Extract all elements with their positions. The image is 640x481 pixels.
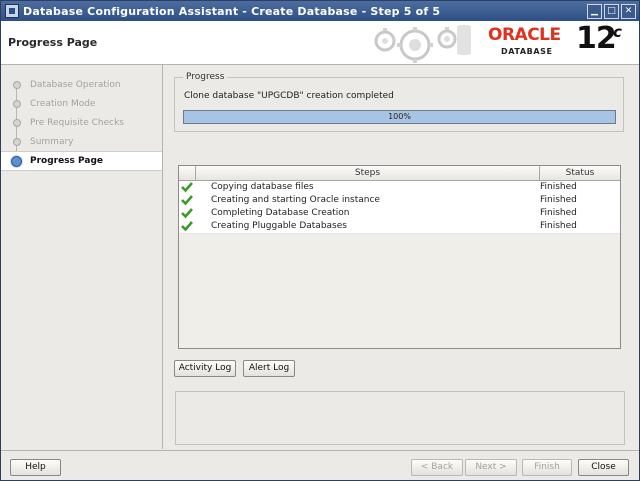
app-icon	[5, 4, 19, 18]
close-icon[interactable]: ✕	[621, 4, 636, 19]
sidebar-item-label: Summary	[30, 137, 74, 147]
steps-table: Steps Status Copying database files Fini…	[178, 165, 621, 349]
oracle-product-label: DATABASE	[501, 47, 553, 56]
sidebar-item-label: Creation Mode	[30, 99, 96, 109]
back-button[interactable]: < Back	[411, 459, 463, 476]
step-done-icon	[13, 81, 21, 89]
activity-log-button[interactable]: Activity Log	[174, 360, 236, 377]
column-header-status[interactable]: Status	[539, 166, 620, 180]
table-header: Steps Status	[179, 166, 620, 181]
table-row[interactable]: Completing Database Creation Finished	[179, 207, 620, 221]
finish-label: Finish	[534, 462, 560, 472]
check-icon	[181, 221, 193, 232]
dbca-window: Database Configuration Assistant - Creat…	[0, 0, 640, 481]
step-name: Creating Pluggable Databases	[211, 221, 347, 231]
footer-bar: Help < Back Next > Finish Close	[1, 450, 639, 480]
page-header: Progress Page ORACLE DATABASE 12 c	[1, 21, 639, 65]
finish-button[interactable]: Finish	[522, 459, 572, 476]
maximize-icon[interactable]: □	[604, 4, 619, 19]
step-navigation: Database Operation Creation Mode Pre Req…	[1, 65, 163, 449]
log-output-area	[175, 391, 625, 445]
sidebar-item-label: Database Operation	[30, 80, 121, 90]
progress-percent: 100%	[388, 112, 411, 121]
alert-log-button[interactable]: Alert Log	[243, 360, 295, 377]
progress-bar: 100%	[183, 110, 616, 124]
help-label: Help	[25, 462, 46, 472]
step-name: Creating and starting Oracle instance	[211, 195, 380, 205]
step-status: Finished	[540, 208, 577, 218]
activity-log-label: Activity Log	[178, 363, 232, 373]
page-title: Progress Page	[8, 36, 98, 49]
column-header-steps[interactable]: Steps	[195, 166, 539, 180]
step-current-icon	[11, 156, 22, 167]
title-bar[interactable]: Database Configuration Assistant - Creat…	[1, 1, 639, 21]
back-label: < Back	[420, 462, 454, 472]
sidebar-item-progress-page[interactable]: Progress Page	[1, 151, 162, 171]
sidebar-item-creation-mode[interactable]: Creation Mode	[1, 95, 162, 113]
table-row[interactable]: Creating and starting Oracle instance Fi…	[179, 194, 620, 208]
step-done-icon	[13, 100, 21, 108]
gears-graphic	[374, 25, 471, 63]
help-button[interactable]: Help	[10, 459, 61, 476]
oracle-version: 12	[576, 21, 617, 56]
alert-log-label: Alert Log	[248, 363, 290, 373]
table-row[interactable]: Copying database files Finished	[179, 181, 620, 195]
close-label: Close	[591, 462, 616, 472]
step-status: Finished	[540, 195, 577, 205]
progress-message: Clone database "UPGCDB" creation complet…	[184, 91, 394, 101]
window-title: Database Configuration Assistant - Creat…	[23, 5, 441, 18]
sidebar-item-label: Progress Page	[30, 156, 104, 166]
progress-group: Progress Clone database "UPGCDB" creatio…	[174, 72, 624, 132]
step-done-icon	[13, 119, 21, 127]
check-icon	[181, 195, 193, 206]
minimize-icon[interactable]: ▁	[587, 4, 602, 19]
check-icon	[181, 208, 193, 219]
step-status: Finished	[540, 221, 577, 231]
table-row[interactable]: Creating Pluggable Databases Finished	[179, 220, 620, 234]
main-panel: Progress Clone database "UPGCDB" creatio…	[163, 65, 639, 449]
next-button[interactable]: Next >	[465, 459, 517, 476]
step-done-icon	[13, 138, 21, 146]
next-label: Next >	[475, 462, 507, 472]
check-icon	[181, 182, 193, 193]
step-name: Copying database files	[211, 182, 314, 192]
sidebar-item-prerequisite-checks[interactable]: Pre Requisite Checks	[1, 114, 162, 132]
sidebar-item-summary[interactable]: Summary	[1, 133, 162, 151]
sidebar-item-label: Pre Requisite Checks	[30, 118, 124, 128]
step-status: Finished	[540, 182, 577, 192]
sidebar-item-database-operation[interactable]: Database Operation	[1, 76, 162, 94]
step-name: Completing Database Creation	[211, 208, 350, 218]
oracle-logo: ORACLE	[488, 25, 561, 45]
icon-column-header	[179, 166, 194, 180]
progress-legend: Progress	[183, 72, 228, 82]
close-button[interactable]: Close	[578, 459, 629, 476]
oracle-version-suffix: c	[613, 23, 622, 41]
